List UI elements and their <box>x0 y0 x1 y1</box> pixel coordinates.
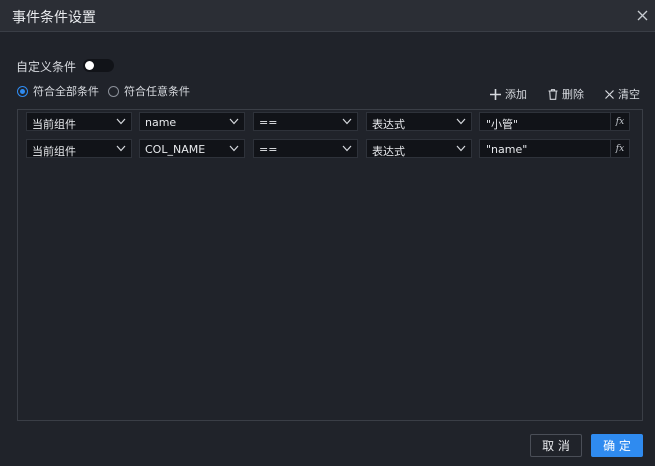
close-icon <box>605 89 614 99</box>
field-value: COL_NAME <box>145 143 206 156</box>
value-type-value: 表达式 <box>372 118 405 131</box>
value-text: "小管" <box>486 118 519 131</box>
confirm-button[interactable]: 确 定 <box>591 434 643 457</box>
operator-value: == <box>259 143 278 156</box>
value-text: "name" <box>486 143 528 156</box>
radio-match-all-label: 符合全部条件 <box>33 85 99 98</box>
chevron-down-icon <box>229 145 239 152</box>
value-type-select[interactable]: 表达式 <box>366 112 472 131</box>
clear-button[interactable]: 清空 <box>605 86 640 102</box>
value-type-select[interactable]: 表达式 <box>366 139 472 158</box>
chevron-down-icon <box>342 118 352 125</box>
dialog-titlebar: 事件条件设置 <box>0 0 655 32</box>
field-select[interactable]: name <box>139 112 245 131</box>
fx-icon[interactable]: fx <box>610 140 629 157</box>
toggle-knob <box>85 61 94 70</box>
radio-match-all[interactable]: 符合全部条件 <box>17 83 99 99</box>
radio-checked-icon <box>17 85 28 97</box>
value-input[interactable]: "name" fx <box>479 139 630 158</box>
chevron-down-icon <box>456 145 466 152</box>
operator-select[interactable]: == <box>253 139 358 158</box>
custom-condition-toggle[interactable] <box>83 59 114 72</box>
conditions-panel: 当前组件 name == 表达式 "小管" fx 当前组件 COL_NAME =… <box>17 109 643 421</box>
source-select[interactable]: 当前组件 <box>26 112 132 131</box>
operator-select[interactable]: == <box>253 112 358 131</box>
radio-match-any-label: 符合任意条件 <box>124 85 190 98</box>
source-value: 当前组件 <box>32 118 76 131</box>
radio-unchecked-icon <box>108 85 119 97</box>
clear-label: 清空 <box>618 88 640 101</box>
chevron-down-icon <box>229 118 239 125</box>
delete-button[interactable]: 删除 <box>548 86 584 102</box>
chevron-down-icon <box>116 118 126 125</box>
value-input[interactable]: "小管" fx <box>479 112 630 131</box>
field-value: name <box>145 116 177 129</box>
chevron-down-icon <box>342 145 352 152</box>
value-type-value: 表达式 <box>372 145 405 158</box>
cancel-button[interactable]: 取 消 <box>530 434 582 457</box>
chevron-down-icon <box>456 118 466 125</box>
add-button[interactable]: 添加 <box>490 86 527 102</box>
operator-value: == <box>259 116 278 129</box>
chevron-down-icon <box>116 145 126 152</box>
add-label: 添加 <box>505 88 527 101</box>
source-select[interactable]: 当前组件 <box>26 139 132 158</box>
field-select[interactable]: COL_NAME <box>139 139 245 158</box>
condition-row: 当前组件 name == 表达式 "小管" fx <box>26 112 630 131</box>
fx-icon[interactable]: fx <box>610 113 629 130</box>
trash-icon <box>548 88 558 100</box>
close-icon[interactable] <box>633 6 651 24</box>
radio-match-any[interactable]: 符合任意条件 <box>108 83 190 99</box>
condition-row: 当前组件 COL_NAME == 表达式 "name" fx <box>26 139 630 158</box>
delete-label: 删除 <box>562 88 584 101</box>
custom-condition-label: 自定义条件 <box>16 60 77 74</box>
source-value: 当前组件 <box>32 145 76 158</box>
dialog-title: 事件条件设置 <box>12 10 96 26</box>
plus-icon <box>490 88 501 100</box>
